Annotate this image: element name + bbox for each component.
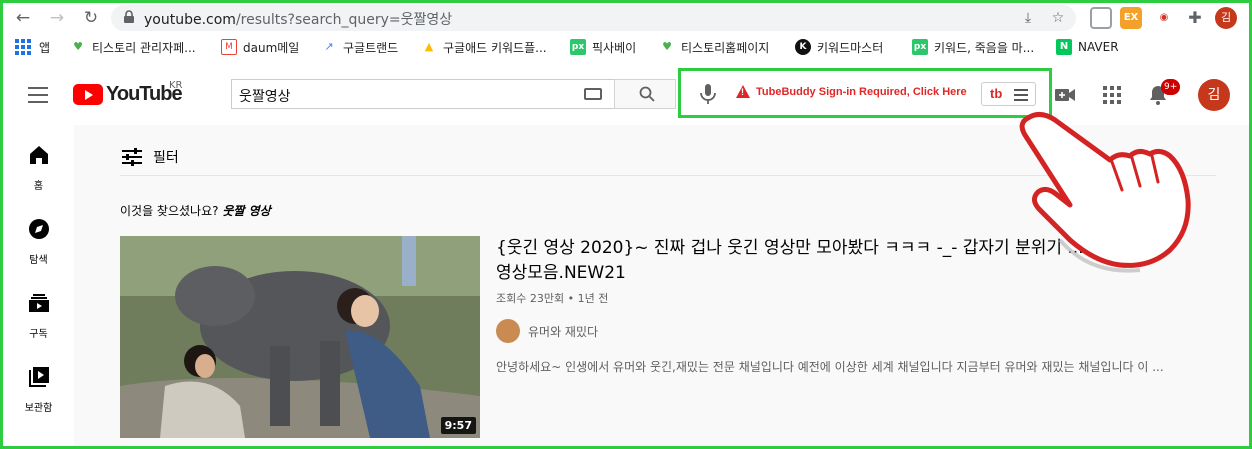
search-input[interactable]: 웃짤영상 [231, 79, 614, 109]
sidebar-item-explore[interactable]: 탐색 [3, 217, 74, 277]
pixabay-icon: px [570, 39, 586, 55]
youtube-logo[interactable]: YouTube KR [73, 80, 183, 106]
bookmark-google-ads[interactable]: ▲ 구글애드 키워드플... [421, 37, 547, 57]
bookmark-google-trends[interactable]: ↗ 구글트랜드 [321, 37, 398, 57]
thumbnail-image [120, 236, 480, 438]
extension-shield-icon[interactable] [1090, 7, 1112, 29]
extension-red-icon[interactable]: ◉ [1153, 7, 1175, 29]
microphone-icon[interactable] [698, 83, 718, 105]
extension-ex-icon[interactable]: EX [1120, 7, 1142, 29]
bookmark-label: daum메일 [243, 40, 300, 55]
country-code: KR [169, 80, 183, 91]
video-description: 안녕하세요~ 인생에서 유머와 웃긴,재밌는 전문 채널입니다 예전에 이상한 … [496, 360, 1164, 374]
naver-icon: N [1056, 39, 1072, 55]
tubebuddy-highlight-box: TubeBuddy Sign-in Required, Click Here t… [678, 68, 1052, 118]
google-ads-icon: ▲ [424, 40, 434, 53]
sidebar: 홈 탐색 구독 보관함 [3, 125, 74, 446]
pointing-hand-icon [1019, 112, 1191, 273]
home-icon [29, 146, 48, 164]
tubebuddy-signin-warning[interactable]: TubeBuddy Sign-in Required, Click Here [736, 85, 967, 98]
video-duration: 9:57 [440, 417, 476, 434]
suggest-query-link[interactable]: 웃짤 영상 [222, 204, 270, 218]
tistory-heart-icon: ♥ [662, 40, 672, 53]
bookmark-naver[interactable]: N NAVER [1056, 37, 1119, 57]
sidebar-item-label: 탐색 [29, 255, 48, 266]
bookmark-daum-mail[interactable]: M daum메일 [221, 37, 299, 57]
sidebar-item-label: 보관함 [24, 403, 53, 414]
bookmark-label: 티스토리 관리자페... [92, 40, 196, 55]
pixabay-icon: px [912, 39, 928, 55]
bookmark-pixabay[interactable]: px 픽사베이 [570, 37, 636, 57]
install-icon[interactable]: ⤓ [1018, 8, 1038, 28]
avatar[interactable]: 김 [1198, 79, 1230, 111]
bookmarks-bar: 앱 ♥ 티스토리 관리자페... M daum메일 ↗ 구글트랜드 ▲ 구글애드… [3, 34, 1249, 60]
tistory-heart-icon: ♥ [73, 40, 83, 53]
did-you-mean: 이것을 찾으셨나요? 웃짤 영상 [120, 202, 271, 219]
video-meta: 조회수 23만회 • 1년 전 [496, 292, 609, 305]
search-button[interactable] [614, 79, 676, 109]
bookmark-label: 티스토리홈페이지 [681, 40, 770, 55]
youtube-play-icon [73, 84, 103, 105]
search-input-value: 웃짤영상 [239, 89, 291, 105]
bookmark-label: 픽사베이 [592, 40, 637, 55]
bookmark-label: 키워드마스터 [817, 40, 884, 55]
sidebar-item-subscriptions[interactable]: 구독 [3, 291, 74, 351]
reload-icon[interactable]: ↻ [79, 6, 103, 30]
bookmark-label: NAVER [1078, 40, 1119, 54]
bookmark-keyword-master[interactable]: K 키워드마스터 [795, 37, 883, 57]
filter-button[interactable]: 필터 [121, 147, 179, 167]
tubebuddy-warning-text: TubeBuddy Sign-in Required, Click Here [756, 85, 967, 98]
browser-profile-avatar[interactable]: 김 [1215, 7, 1237, 29]
library-icon [28, 367, 49, 387]
compass-icon [28, 219, 49, 239]
suggest-prefix: 이것을 찾으셨나요? [120, 204, 219, 218]
star-icon[interactable]: ☆ [1048, 8, 1068, 28]
bookmark-label: 구글트랜드 [343, 40, 399, 55]
extensions-puzzle-icon[interactable]: ✚ [1184, 7, 1206, 29]
channel-avatar [496, 319, 520, 343]
url-text: youtube.com/results?search_query=웃짤영상 [144, 9, 452, 29]
bookmark-tistory-home[interactable]: ♥ 티스토리홈페이지 [659, 37, 769, 57]
bookmark-label: 앱 [39, 40, 51, 55]
filter-label: 필터 [153, 150, 179, 166]
filter-sliders-icon [122, 148, 142, 166]
url-host: youtube.com [144, 12, 236, 28]
sidebar-item-label: 구독 [29, 329, 48, 340]
bookmark-label: 구글애드 키워드플... [443, 40, 547, 55]
lock-icon [124, 10, 134, 23]
bookmark-label: 키워드, 죽음을 마... [934, 40, 1035, 55]
forward-arrow-icon[interactable]: → [45, 6, 69, 30]
address-bar[interactable]: youtube.com/results?search_query=웃짤영상 ⤓ … [111, 5, 1076, 31]
bookmark-keyword-death[interactable]: px 키워드, 죽음을 마... [912, 37, 1034, 57]
subscriptions-icon [28, 294, 49, 312]
channel-link[interactable]: 유머와 재밌다 [496, 319, 598, 343]
menu-icon[interactable] [28, 87, 48, 103]
url-path: /results?search_query=웃짤영상 [235, 12, 453, 28]
gmail-icon: M [221, 39, 237, 55]
channel-name: 유머와 재밌다 [528, 324, 599, 339]
warning-icon [736, 85, 750, 98]
browser-toolbar: ← → ↻ youtube.com/results?search_query=웃… [3, 3, 1249, 32]
video-thumbnail[interactable]: 9:57 [120, 236, 480, 438]
trends-icon: ↗ [324, 40, 334, 53]
back-arrow-icon[interactable]: ← [11, 6, 35, 30]
sidebar-item-home[interactable]: 홈 [3, 143, 74, 203]
bookmark-apps[interactable]: 앱 [15, 37, 50, 57]
sidebar-item-library[interactable]: 보관함 [3, 365, 74, 425]
keyword-master-icon: K [795, 39, 811, 55]
sidebar-item-label: 홈 [33, 181, 44, 192]
keyboard-icon[interactable] [584, 88, 602, 100]
bookmark-tistory-admin[interactable]: ♥ 티스토리 관리자페... [70, 37, 196, 57]
search-icon [639, 86, 655, 102]
apps-grid-icon [15, 39, 31, 55]
